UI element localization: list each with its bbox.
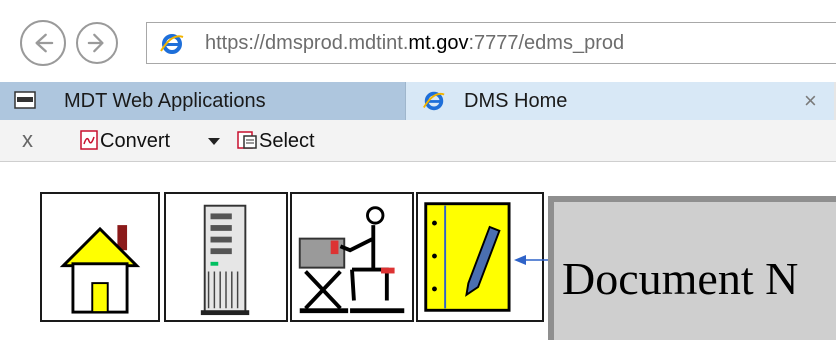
select-button[interactable]: Select: [259, 130, 315, 153]
title-panel: Document N: [548, 196, 836, 340]
home-link[interactable]: [40, 192, 160, 322]
workstation-user-icon: [298, 206, 405, 314]
convert-button[interactable]: Convert: [100, 130, 170, 153]
back-button[interactable]: [20, 20, 66, 66]
page-title: Document N: [562, 253, 799, 304]
toolbar: x Convert Select: [0, 120, 836, 162]
tab-label: MDT Web Applications: [64, 90, 266, 112]
tab-label: DMS Home: [464, 90, 568, 112]
tab-close-button[interactable]: ×: [804, 88, 817, 114]
url-suffix: :7777/edms_prod: [468, 32, 625, 54]
server-link[interactable]: [164, 192, 288, 322]
convert-dropdown-icon[interactable]: [208, 138, 220, 145]
forward-arrow-icon: [87, 33, 104, 53]
pdf-convert-icon: [80, 130, 98, 150]
pdf-select-icon: [237, 131, 257, 149]
ie-icon: [423, 91, 445, 111]
address-field[interactable]: https://dmsprod.mdtint.mt.gov:7777/edms_…: [146, 22, 836, 64]
page-content: Document N: [0, 162, 836, 340]
url-prefix: https://dmsprod.mdtint.: [205, 32, 409, 54]
toolbar-close-button[interactable]: x: [22, 127, 33, 153]
forward-button[interactable]: [76, 22, 118, 64]
mdt-favicon-icon: [14, 91, 36, 109]
ie-icon: [160, 34, 184, 54]
home-icon: [59, 225, 141, 314]
back-arrow-icon: [35, 33, 54, 53]
workstation-link[interactable]: [290, 192, 414, 322]
tab-mdt-web-applications[interactable]: MDT Web Applications: [0, 82, 406, 120]
address-bar-row: https://dmsprod.mdtint.mt.gov:7777/edms_…: [0, 0, 836, 82]
url-text: https://dmsprod.mdtint.mt.gov:7777/edms_…: [205, 32, 624, 55]
server-icon: [200, 204, 250, 316]
url-domain: mt.gov: [408, 32, 469, 54]
tab-strip: MDT Web Applications DMS Home ×: [0, 82, 836, 120]
tab-dms-home[interactable]: DMS Home ×: [406, 82, 834, 120]
